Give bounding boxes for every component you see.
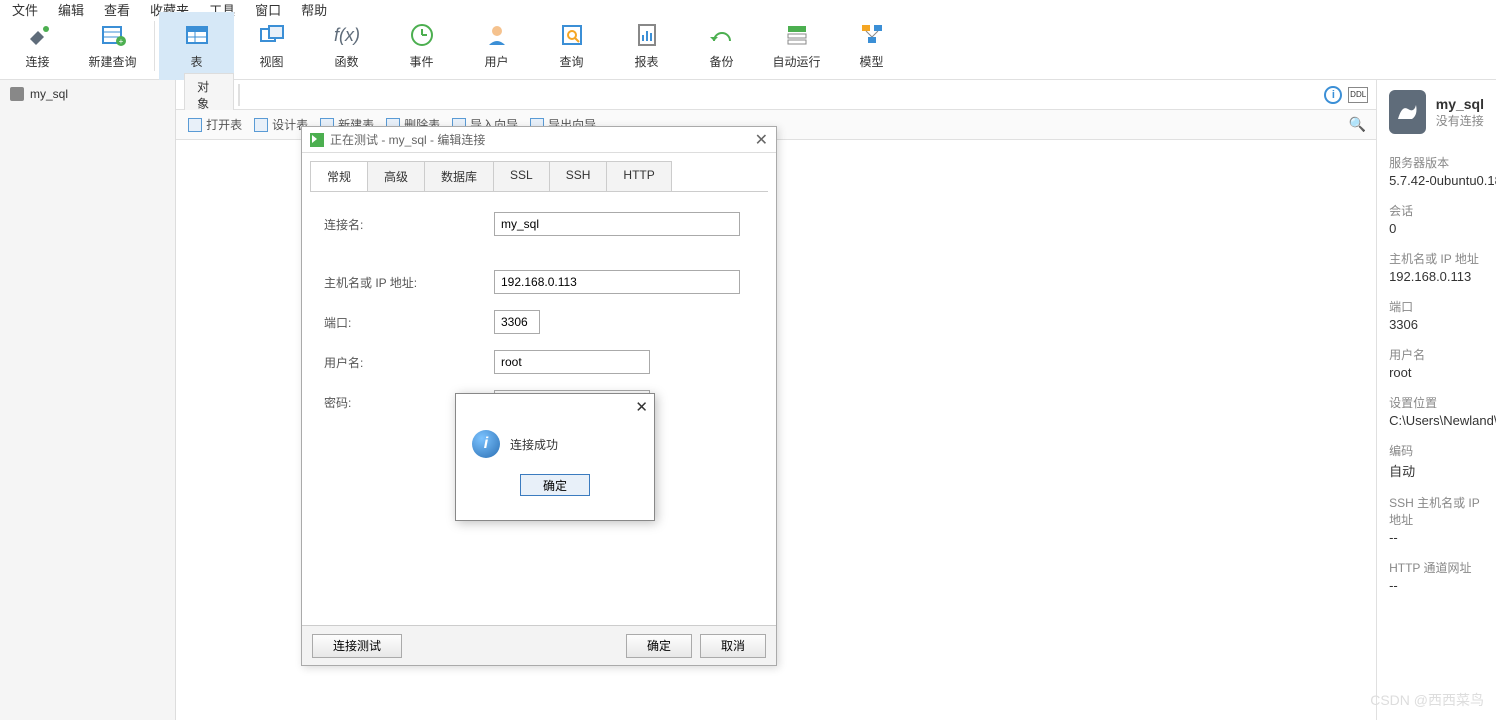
http-label: HTTP 通道网址 — [1389, 559, 1484, 576]
port-label: 端口 — [1389, 298, 1484, 315]
name-label: 连接名: — [324, 216, 494, 233]
username-input[interactable] — [494, 350, 650, 374]
menu-edit[interactable]: 编辑 — [58, 0, 84, 12]
tool-autorun[interactable]: 自动运行 — [759, 12, 834, 80]
menu-tools[interactable]: 工具 — [209, 0, 235, 12]
connection-label: my_sql — [30, 87, 68, 101]
open-table-button[interactable]: 打开表 — [188, 116, 242, 133]
menubar: 文件 编辑 查看 收藏夹 工具 窗口 帮助 — [0, 0, 1496, 12]
alert-close-icon[interactable]: ✕ — [635, 398, 648, 416]
query-icon — [558, 21, 586, 49]
port-input[interactable] — [494, 310, 540, 334]
user-icon — [483, 21, 511, 49]
version-label: 服务器版本 — [1389, 154, 1484, 171]
ok-button[interactable]: 确定 — [626, 634, 692, 658]
test-connection-button[interactable]: 连接测试 — [312, 634, 402, 658]
tool-view[interactable]: 视图 — [234, 12, 309, 80]
host-value: 192.168.0.113 — [1389, 269, 1484, 284]
mysql-logo-icon — [1389, 90, 1426, 134]
tool-table[interactable]: 表 — [159, 12, 234, 80]
path-value: C:\Users\Newland\Docun — [1389, 413, 1484, 428]
connection-name-input[interactable] — [494, 212, 740, 236]
session-value: 0 — [1389, 221, 1484, 236]
encoding-label: 编码 — [1389, 442, 1484, 459]
connection-item[interactable]: my_sql — [0, 84, 175, 104]
tab-general[interactable]: 常规 — [310, 161, 368, 191]
svg-text:+: + — [118, 37, 123, 46]
grid-plus-icon: + — [99, 21, 127, 49]
sidebar: my_sql — [0, 80, 176, 720]
host-label: 主机名或 IP 地址 — [1389, 250, 1484, 267]
host-label: 主机名或 IP 地址: — [324, 274, 494, 291]
http-value: -- — [1389, 578, 1484, 593]
plug-icon — [24, 21, 52, 49]
tool-report[interactable]: 报表 — [609, 12, 684, 80]
tab-advanced[interactable]: 高级 — [367, 161, 425, 191]
tool-backup[interactable]: 备份 — [684, 12, 759, 80]
menu-window[interactable]: 窗口 — [255, 0, 281, 12]
path-label: 设置位置 — [1389, 394, 1484, 411]
info-circle-icon: i — [472, 430, 500, 458]
tab-database[interactable]: 数据库 — [424, 161, 494, 191]
session-label: 会话 — [1389, 202, 1484, 219]
success-alert: ✕ i 连接成功 确定 — [455, 393, 655, 521]
alert-ok-button[interactable]: 确定 — [520, 474, 590, 496]
design-table-button[interactable]: 设计表 — [254, 116, 308, 133]
model-icon — [858, 21, 886, 49]
panel-title: my_sql — [1436, 96, 1484, 112]
clock-icon — [408, 21, 436, 49]
port-value: 3306 — [1389, 317, 1484, 332]
report-icon — [633, 21, 661, 49]
autorun-icon — [783, 21, 811, 49]
watermark: CSDN @西西菜鸟 — [1370, 690, 1484, 710]
ssh-label: SSH 主机名或 IP 地址 — [1389, 494, 1484, 528]
table-icon — [183, 21, 211, 49]
tab-ssh[interactable]: SSH — [549, 161, 608, 191]
address-bar[interactable] — [238, 84, 240, 106]
open-icon — [188, 118, 202, 132]
tool-query[interactable]: 查询 — [534, 12, 609, 80]
dialog-title: 正在测试 - my_sql - 编辑连接 — [330, 131, 485, 148]
tab-http[interactable]: HTTP — [606, 161, 671, 191]
host-input[interactable] — [494, 270, 740, 294]
tool-new-query[interactable]: + 新建查询 — [75, 12, 150, 80]
svg-text:f(x): f(x) — [334, 25, 360, 45]
navicat-icon — [310, 133, 324, 147]
cancel-button[interactable]: 取消 — [700, 634, 766, 658]
database-icon — [10, 87, 24, 101]
tool-connect[interactable]: 连接 — [0, 12, 75, 80]
view-icon — [258, 21, 286, 49]
search-icon[interactable]: 🔍 — [1349, 116, 1366, 133]
backup-icon — [708, 21, 736, 49]
close-icon[interactable]: ✕ — [755, 130, 768, 150]
encoding-value: 自动 — [1389, 461, 1484, 480]
tool-user[interactable]: 用户 — [459, 12, 534, 80]
version-value: 5.7.42-0ubuntu0.18.04.1 — [1389, 173, 1484, 188]
toolbar: 连接 + 新建查询 表 视图 f(x) 函数 事件 用户 查询 报表 备份 自动… — [0, 12, 1496, 80]
right-panel: my_sql 没有连接 服务器版本 5.7.42-0ubuntu0.18.04.1… — [1376, 80, 1496, 720]
design-icon — [254, 118, 268, 132]
user-label: 用户名: — [324, 354, 494, 371]
ssh-value: -- — [1389, 530, 1484, 545]
info-icon[interactable]: i — [1324, 86, 1342, 104]
menu-help[interactable]: 帮助 — [301, 0, 327, 12]
port-label: 端口: — [324, 314, 494, 331]
user-label: 用户名 — [1389, 346, 1484, 363]
user-value: root — [1389, 365, 1484, 380]
menu-favorites[interactable]: 收藏夹 — [150, 0, 189, 12]
function-icon: f(x) — [333, 21, 361, 49]
tool-model[interactable]: 模型 — [834, 12, 909, 80]
menu-file[interactable]: 文件 — [12, 0, 38, 12]
menu-view[interactable]: 查看 — [104, 0, 130, 12]
tool-event[interactable]: 事件 — [384, 12, 459, 80]
panel-subtitle: 没有连接 — [1436, 112, 1484, 129]
tab-ssl[interactable]: SSL — [493, 161, 550, 191]
ddl-icon[interactable]: DDL — [1348, 87, 1368, 103]
tool-function[interactable]: f(x) 函数 — [309, 12, 384, 80]
alert-message: 连接成功 — [510, 436, 558, 453]
